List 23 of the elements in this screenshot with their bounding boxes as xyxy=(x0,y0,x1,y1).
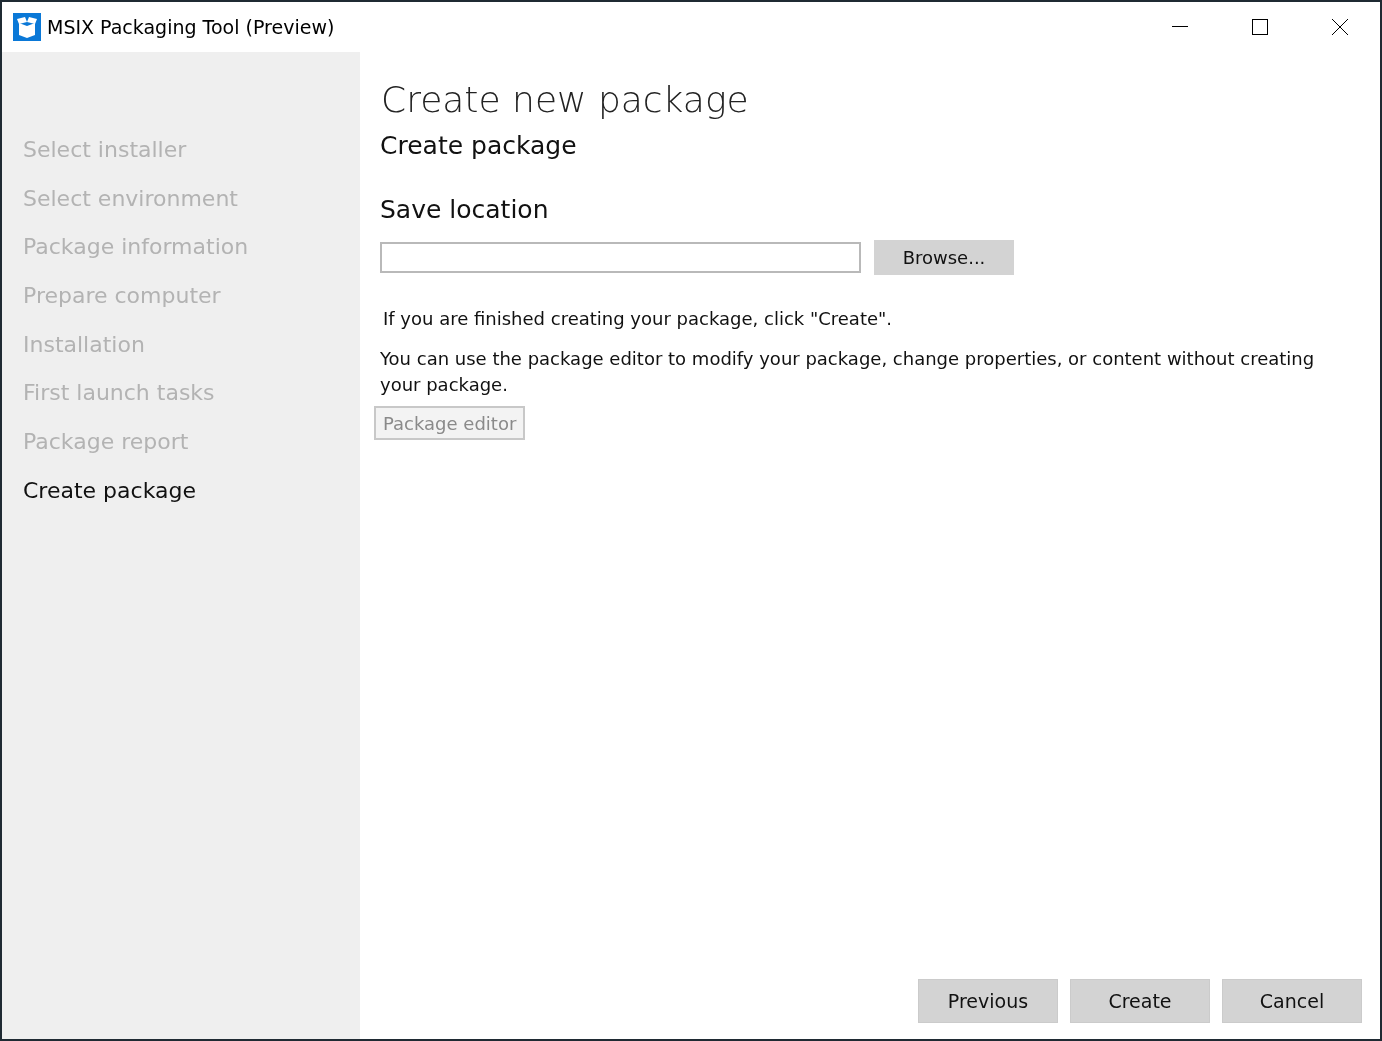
browse-button[interactable]: Browse... xyxy=(874,240,1014,275)
section-title: Create package xyxy=(380,130,578,162)
step-item: Package report xyxy=(23,428,190,457)
step-item: Package information xyxy=(23,233,250,262)
step-item: Select environment xyxy=(23,184,239,213)
footer-button[interactable]: Create xyxy=(1070,979,1210,1023)
step-item: Installation xyxy=(23,330,146,359)
page-title: Create new package xyxy=(381,78,750,122)
footer-button[interactable]: Cancel xyxy=(1222,979,1362,1023)
package-box-icon xyxy=(13,13,41,41)
finish-instruction: If you are finished creating your package, click "Create". xyxy=(383,307,894,331)
close-icon xyxy=(1332,19,1348,35)
minimize-icon xyxy=(1172,26,1188,28)
editor-description: You can use the package editor to modify your package, change properties, or content without creating your package. xyxy=(380,347,1316,397)
save-location-field[interactable] xyxy=(380,242,861,273)
step-item: Select installer xyxy=(23,136,188,164)
maximize-icon xyxy=(1252,19,1268,35)
step-item: Prepare computer xyxy=(23,282,222,311)
step-item: First launch tasks xyxy=(23,379,216,408)
step-item: Create package xyxy=(23,476,197,505)
footer-button[interactable]: Previous xyxy=(918,979,1058,1023)
save-location-label: Save location xyxy=(380,194,550,226)
window-title: MSIX Packaging Tool (Preview) xyxy=(47,14,335,40)
